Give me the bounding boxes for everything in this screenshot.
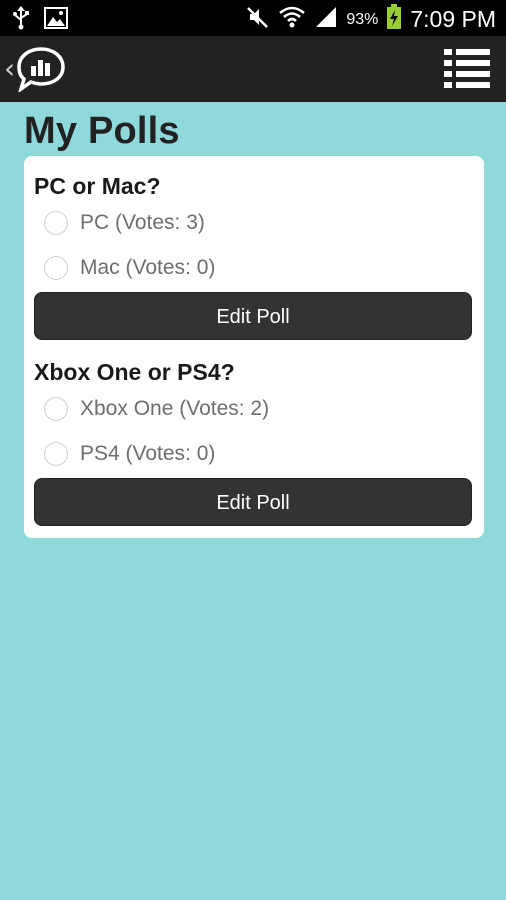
poll-option[interactable]: PS4 (Votes: 0) <box>34 433 474 478</box>
radio-button[interactable] <box>44 397 68 421</box>
clock: 7:09 PM <box>410 6 496 32</box>
radio-button[interactable] <box>44 211 68 235</box>
poll-option[interactable]: Mac (Votes: 0) <box>34 247 474 292</box>
status-bar: 93% 7:09 PM <box>0 0 506 36</box>
poll-question: Xbox One or PS4? <box>34 359 235 385</box>
wifi-icon <box>278 5 306 34</box>
radio-button[interactable] <box>44 256 68 280</box>
poll-question: PC or Mac? <box>34 173 161 199</box>
usb-icon <box>12 6 30 35</box>
action-bar: ‹ <box>0 36 506 102</box>
polls-card: PC or Mac? PC (Votes: 3) Mac (Votes: 0) … <box>24 156 484 538</box>
poll-option-label: Mac (Votes: 0) <box>80 256 216 279</box>
radio-button[interactable] <box>44 442 68 466</box>
poll-option[interactable]: PC (Votes: 3) <box>34 202 474 247</box>
back-chevron-icon[interactable]: ‹ <box>4 52 15 85</box>
image-notification-icon <box>44 7 68 34</box>
poll-option-label: PC (Votes: 3) <box>80 211 205 234</box>
poll-item: Xbox One or PS4? Xbox One (Votes: 2) PS4… <box>34 356 474 526</box>
mute-icon <box>246 5 270 34</box>
battery-charging-icon <box>386 4 402 35</box>
poll-option-label: Xbox One (Votes: 2) <box>80 397 270 420</box>
battery-percent: 93% <box>346 10 379 28</box>
signal-icon <box>314 5 338 34</box>
list-menu-icon[interactable] <box>444 48 490 90</box>
page-title: My Polls <box>24 110 180 152</box>
edit-poll-button[interactable]: Edit Poll <box>34 478 472 526</box>
app-logo-icon[interactable] <box>16 46 66 97</box>
edit-poll-button[interactable]: Edit Poll <box>34 292 472 340</box>
poll-option-label: PS4 (Votes: 0) <box>80 442 216 465</box>
poll-item: PC or Mac? PC (Votes: 3) Mac (Votes: 0) … <box>34 170 474 340</box>
poll-option[interactable]: Xbox One (Votes: 2) <box>34 388 474 433</box>
